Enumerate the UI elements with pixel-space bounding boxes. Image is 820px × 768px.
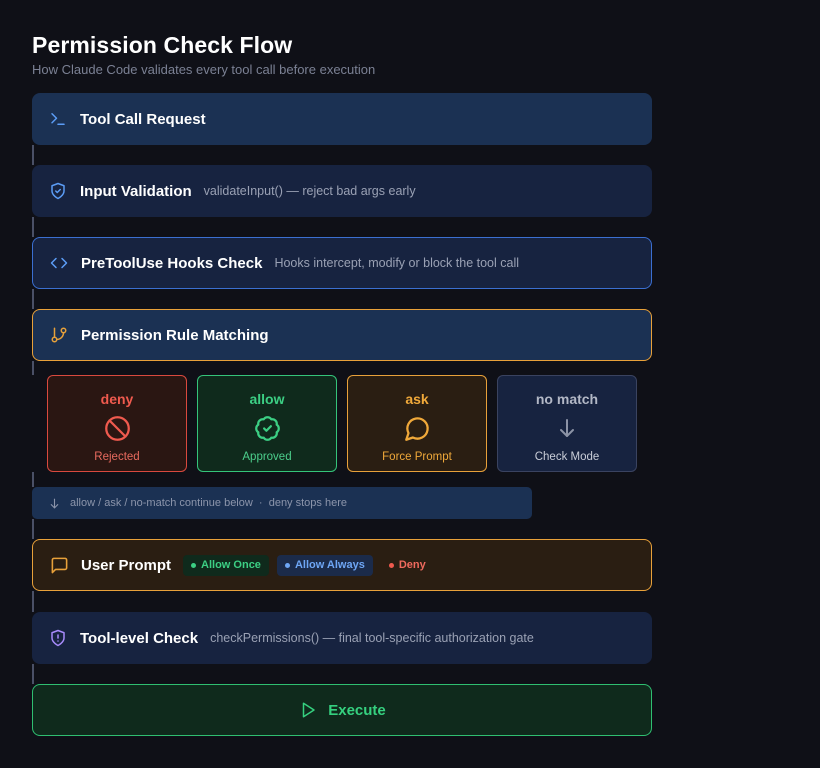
arrow-down-icon [553,414,581,442]
decision-no-match-title: no match [535,391,599,407]
flow-connector [32,519,34,539]
user-prompt-step: User Prompt Allow Once Allow Always Deny [32,539,652,591]
flow-connector [32,289,34,309]
page-title: Permission Check Flow [32,32,293,58]
tool-level-check-step: Tool-level Check checkPermissions() — fi… [32,612,652,664]
flow-connector [32,664,34,684]
flow-note-text: allow / ask / no-match continue below · … [70,497,347,509]
input-validation-label: Input Validation [80,182,192,200]
shield-check-icon [48,181,68,201]
status-dot [388,562,394,568]
terminal-icon [48,109,68,129]
execute-label: Execute [328,701,386,719]
decision-deny: deny Rejected [47,375,187,472]
input-validation-description: validateInput() — reject bad args early [203,184,416,198]
flow-connector [32,472,34,487]
status-dot [191,562,197,568]
pretooluse-hooks-label: PreToolUse Hooks Check [81,254,263,272]
permission-rule-matching-step: Permission Rule Matching [32,309,652,361]
ban-icon [103,414,131,442]
pretooluse-hooks-description: Hooks intercept, modify or block the too… [274,256,520,270]
flow-connector [32,145,34,165]
message-circle-icon [403,414,431,442]
decision-deny-label: Rejected [94,451,140,463]
execute-step: Execute [32,684,652,736]
decision-allow-title: allow [249,391,285,407]
tool-level-check-description: checkPermissions() — final tool-specific… [210,631,534,645]
tool-call-request-label: Tool Call Request [80,110,206,128]
user-prompt-label: User Prompt [81,556,172,574]
input-validation-step: Input Validation validateInput() — rejec… [32,165,652,217]
allow-once-label: Allow Once [201,559,261,571]
page-subtitle: How Claude Code validates every tool cal… [32,62,376,77]
git-branch-icon [49,325,69,345]
decision-no-match-label: Check Mode [534,451,600,463]
allow-always-option: Allow Always [276,554,373,576]
shield-alert-icon [48,628,68,648]
message-square-icon [49,555,69,575]
flow-note: allow / ask / no-match continue below · … [32,487,532,519]
status-dot [284,562,290,568]
permission-rule-matching-label: Permission Rule Matching [81,326,269,344]
decision-no-match: no match Check Mode [497,375,637,472]
play-icon [298,700,318,720]
allow-once-option: Allow Once [183,554,269,576]
decision-ask: ask Force Prompt [347,375,487,472]
flow-connector [32,591,34,612]
pretooluse-hooks-step: PreToolUse Hooks Check Hooks intercept, … [32,237,652,289]
decision-allow: allow Approved [197,375,337,472]
badge-check-icon [253,414,281,442]
decision-allow-label: Approved [242,451,292,463]
deny-label: Deny [398,559,426,571]
flow-connector [32,361,34,375]
decision-deny-title: deny [100,391,134,407]
decision-ask-title: ask [405,391,429,407]
flow-connector [32,217,34,237]
code-icon [49,253,69,273]
decision-ask-label: Force Prompt [382,451,452,463]
tool-level-check-label: Tool-level Check [80,629,199,647]
deny-option: Deny [381,555,434,576]
tool-call-request-step: Tool Call Request [32,93,652,145]
arrow-down-icon [48,496,62,510]
allow-always-label: Allow Always [294,559,365,571]
